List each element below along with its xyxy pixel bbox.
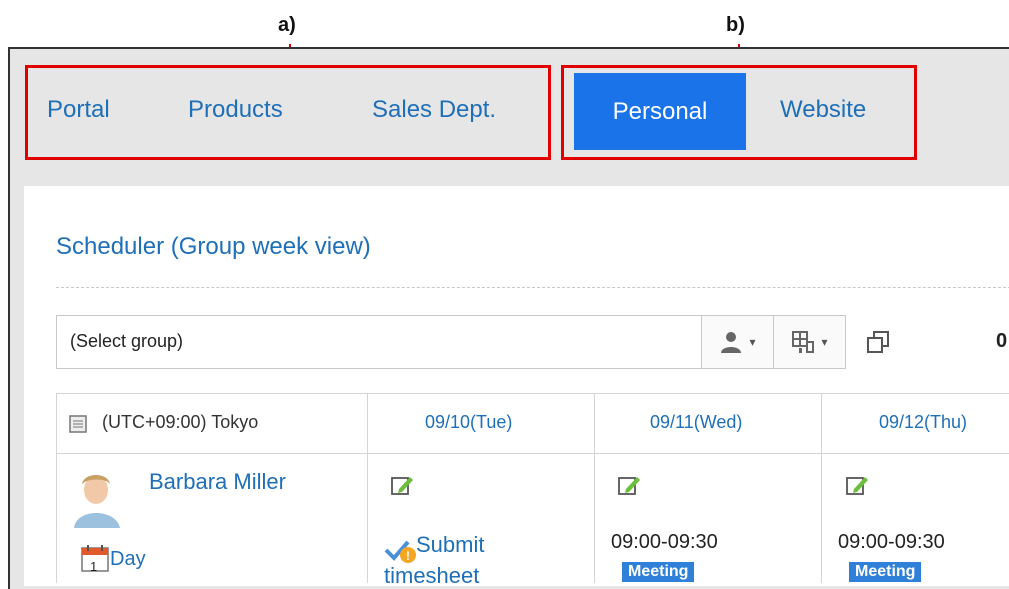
date-header[interactable]: 09/12(Thu) [879, 412, 967, 433]
chevron-down-icon: ▾ [821, 335, 828, 349]
popup-window-icon[interactable] [866, 330, 890, 354]
group-select-value: (Select group) [70, 331, 184, 351]
date-header[interactable]: 09/10(Tue) [425, 412, 512, 433]
table-left-border [56, 393, 57, 583]
avatar [74, 475, 120, 528]
title-divider [56, 287, 1009, 288]
table-col-divider [367, 393, 368, 583]
event-link-continued[interactable]: timesheet [384, 563, 479, 589]
table-col-divider [821, 393, 822, 583]
timezone-label: (UTC+09:00) Tokyo [102, 412, 259, 432]
day-view-link[interactable]: Day [110, 548, 146, 571]
event-time: 09:00-09:30 [838, 531, 945, 553]
table-header-border [56, 453, 1009, 454]
checkmark-icon: ! [384, 540, 416, 563]
edit-icon[interactable] [617, 474, 641, 496]
timezone-icon [69, 415, 87, 433]
tab-portal[interactable]: Portal [47, 98, 110, 122]
table-col-divider [594, 393, 595, 583]
event-link[interactable]: Submit [416, 532, 484, 558]
tab-website[interactable]: Website [780, 98, 866, 122]
tab-personal[interactable]: Personal [574, 73, 746, 150]
date-header[interactable]: 09/11(Wed) [650, 412, 742, 433]
edit-icon[interactable] [390, 474, 414, 496]
chevron-down-icon: ▾ [749, 335, 756, 349]
facility-select-button[interactable]: ▾ [774, 315, 846, 369]
scheduler-title[interactable]: Scheduler (Group week view) [56, 233, 371, 261]
user-name-link[interactable]: Barbara Miller [149, 469, 286, 495]
user-select-button[interactable]: ▾ [702, 315, 774, 369]
callout-a-label: a) [278, 14, 296, 36]
tab-products[interactable]: Products [188, 98, 283, 122]
edit-icon[interactable] [845, 474, 869, 496]
table-top-border [56, 393, 1009, 394]
event-badge[interactable]: Meeting [849, 562, 922, 582]
calendar-day-number: 1 [90, 559, 98, 574]
event-badge[interactable]: Meeting [622, 562, 695, 582]
callout-b-label: b) [726, 14, 745, 36]
user-icon [721, 332, 742, 353]
count-fragment: 0 [996, 330, 1008, 352]
facility-icon [792, 331, 815, 353]
tab-sales-dept[interactable]: Sales Dept. [372, 98, 496, 122]
event-time: 09:00-09:30 [611, 531, 718, 553]
svg-text:!: ! [406, 549, 410, 563]
